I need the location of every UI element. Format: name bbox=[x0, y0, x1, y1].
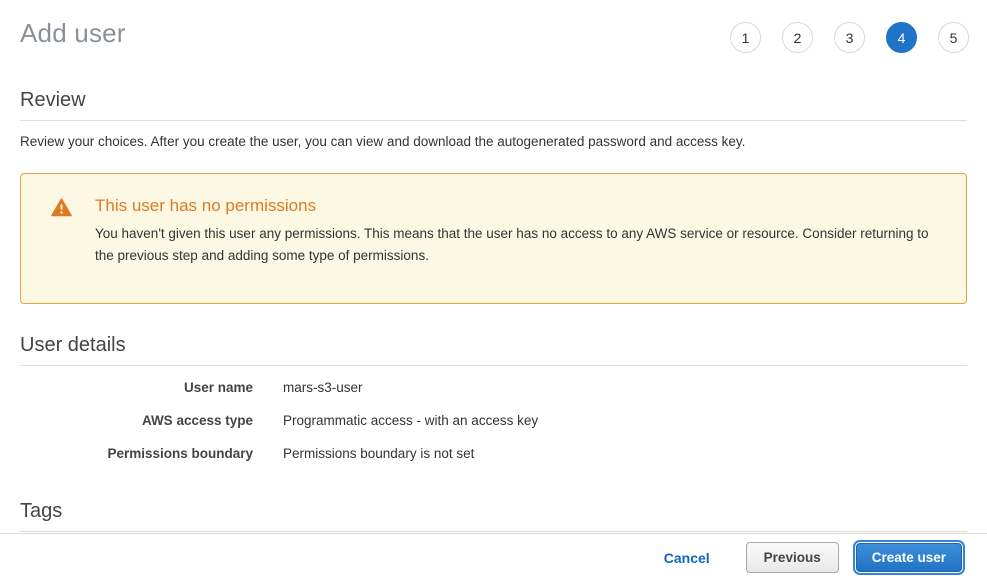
detail-row-access-type: AWS access type Programmatic access - wi… bbox=[20, 413, 967, 429]
wizard-footer: Cancel Previous Create user bbox=[0, 533, 987, 581]
step-indicator: 1 2 3 4 5 bbox=[730, 16, 969, 53]
detail-row-permissions-boundary: Permissions boundary Permissions boundar… bbox=[20, 446, 967, 462]
step-3: 3 bbox=[834, 22, 865, 53]
wizard-header: Add user 1 2 3 4 5 bbox=[0, 0, 987, 53]
user-details-section: User details User name mars-s3-user AWS … bbox=[20, 334, 967, 462]
detail-value: Permissions boundary is not set bbox=[283, 446, 474, 462]
review-description: Review your choices. After you create th… bbox=[20, 133, 967, 151]
detail-label: User name bbox=[20, 380, 253, 396]
step-2-number: 2 bbox=[794, 30, 802, 46]
review-section: Review bbox=[20, 89, 967, 121]
step-5-number: 5 bbox=[950, 30, 958, 46]
detail-value: Programmatic access - with an access key bbox=[283, 413, 538, 429]
detail-value: mars-s3-user bbox=[283, 380, 363, 396]
warning-body: You haven't given this user any permissi… bbox=[95, 223, 936, 267]
step-1-number: 1 bbox=[742, 30, 750, 46]
user-details-heading: User details bbox=[20, 334, 967, 366]
detail-row-user-name: User name mars-s3-user bbox=[20, 380, 967, 396]
step-3-number: 3 bbox=[846, 30, 854, 46]
no-permissions-warning: This user has no permissions You haven't… bbox=[20, 173, 967, 304]
cancel-link[interactable]: Cancel bbox=[664, 550, 710, 566]
create-user-button-focus-ring: Create user bbox=[853, 540, 965, 575]
step-1: 1 bbox=[730, 22, 761, 53]
previous-button[interactable]: Previous bbox=[746, 542, 839, 573]
review-description-wrap: Review your choices. After you create th… bbox=[20, 133, 967, 151]
warning-title: This user has no permissions bbox=[95, 196, 936, 216]
user-details-rows: User name mars-s3-user AWS access type P… bbox=[20, 380, 967, 462]
warning-triangle-icon bbox=[51, 196, 72, 267]
warning-content: This user has no permissions You haven't… bbox=[95, 196, 936, 267]
add-user-wizard-page: Add user 1 2 3 4 5 Review Review your ch… bbox=[0, 0, 987, 581]
review-heading: Review bbox=[20, 89, 967, 121]
detail-label: AWS access type bbox=[20, 413, 253, 429]
tags-heading: Tags bbox=[20, 500, 967, 532]
step-4-number: 4 bbox=[898, 30, 906, 46]
step-5: 5 bbox=[938, 22, 969, 53]
detail-label: Permissions boundary bbox=[20, 446, 253, 462]
step-2: 2 bbox=[782, 22, 813, 53]
page-title: Add user bbox=[20, 16, 126, 49]
create-user-button[interactable]: Create user bbox=[856, 543, 962, 572]
step-4: 4 bbox=[886, 22, 917, 53]
